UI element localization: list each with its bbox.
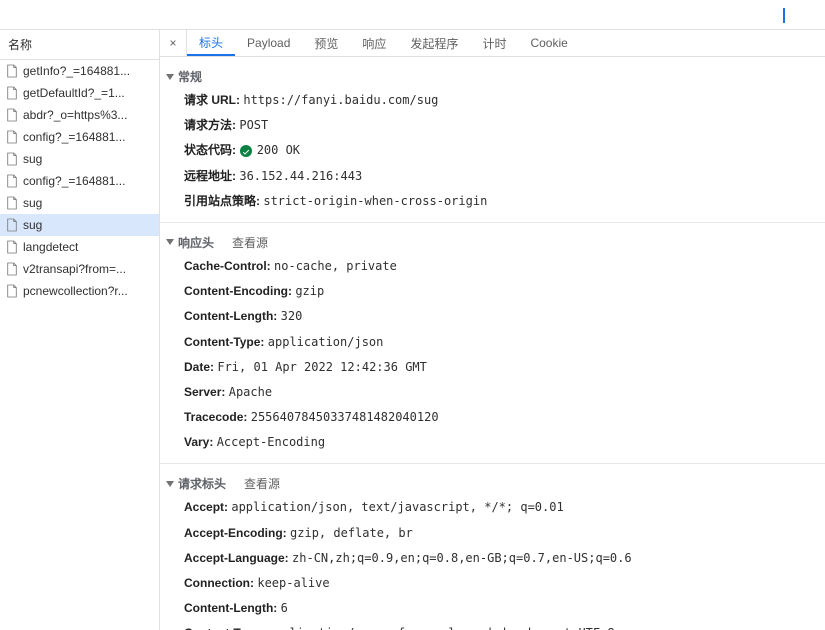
sidebar-item[interactable]: config?_=164881... xyxy=(0,170,159,192)
caret-down-icon[interactable] xyxy=(166,481,174,487)
view-source-link[interactable]: 查看源 xyxy=(244,475,280,492)
sidebar-item-label: sug xyxy=(23,196,42,210)
sidebar-item-label: sug xyxy=(23,218,42,232)
request-header-row: Connection: keep-alive xyxy=(160,571,825,596)
section-title-response: 响应头 xyxy=(178,234,214,251)
tab-0[interactable]: 标头 xyxy=(187,30,235,56)
request-method-row: 请求方法: POST xyxy=(160,113,825,138)
detail-panel: × 标头Payload预览响应发起程序计时Cookie 常规 请求 URL: h… xyxy=(160,30,825,630)
document-icon xyxy=(6,262,18,276)
sidebar-title: 名称 xyxy=(0,30,159,60)
tab-3[interactable]: 响应 xyxy=(350,30,398,56)
response-header-row: Tracecode: 25564078450337481482040120 xyxy=(160,405,825,430)
sidebar-item-label: sug xyxy=(23,152,42,166)
sidebar-item-label: pcnewcollection?r... xyxy=(23,284,128,298)
sidebar-item[interactable]: langdetect xyxy=(0,236,159,258)
response-header-row: Content-Type: application/json xyxy=(160,330,825,355)
sidebar-item[interactable]: sug xyxy=(0,214,159,236)
tab-4[interactable]: 发起程序 xyxy=(398,30,470,56)
content-scroll[interactable]: 常规 请求 URL: https://fanyi.baidu.com/sug 请… xyxy=(160,57,825,630)
response-header-row: Date: Fri, 01 Apr 2022 12:42:36 GMT xyxy=(160,355,825,380)
response-header-row: Vary: Accept-Encoding xyxy=(160,430,825,455)
remote-address-row: 远程地址: 36.152.44.216:443 xyxy=(160,164,825,189)
sidebar-item[interactable]: v2transapi?from=... xyxy=(0,258,159,280)
request-headers-section: 请求标头 查看源 Accept: application/json, text/… xyxy=(160,468,825,630)
request-header-row: Accept-Encoding: gzip, deflate, br xyxy=(160,521,825,546)
sidebar-item[interactable]: pcnewcollection?r... xyxy=(0,280,159,302)
referrer-policy-row: 引用站点策略: strict-origin-when-cross-origin xyxy=(160,189,825,214)
document-icon xyxy=(6,108,18,122)
document-icon xyxy=(6,218,18,232)
document-icon xyxy=(6,240,18,254)
sidebar-item-label: abdr?_o=https%3... xyxy=(23,108,127,122)
tab-bar: × 标头Payload预览响应发起程序计时Cookie xyxy=(160,30,825,57)
sidebar-item-label: config?_=164881... xyxy=(23,130,125,144)
caret-down-icon[interactable] xyxy=(166,239,174,245)
response-header-row: Content-Encoding: gzip xyxy=(160,279,825,304)
response-header-row: Server: Apache xyxy=(160,380,825,405)
document-icon xyxy=(6,196,18,210)
sidebar-item-label: config?_=164881... xyxy=(23,174,125,188)
sidebar-item[interactable]: sug xyxy=(0,148,159,170)
document-icon xyxy=(6,130,18,144)
tab-2[interactable]: 预览 xyxy=(302,30,350,56)
request-header-row: Content-Type: application/x-www-form-url… xyxy=(160,621,825,630)
divider xyxy=(160,463,825,464)
response-headers-section: 响应头 查看源 Cache-Control: no-cache, private… xyxy=(160,227,825,460)
request-url-row: 请求 URL: https://fanyi.baidu.com/sug xyxy=(160,88,825,113)
document-icon xyxy=(6,174,18,188)
main-container: 名称 getInfo?_=164881... getDefaultId?_=1..… xyxy=(0,30,825,630)
caret-down-icon[interactable] xyxy=(166,74,174,80)
document-icon xyxy=(6,64,18,78)
sidebar-item-label: getDefaultId?_=1... xyxy=(23,86,125,100)
document-icon xyxy=(6,152,18,166)
response-header-row: Content-Length: 320 xyxy=(160,304,825,329)
general-section: 常规 请求 URL: https://fanyi.baidu.com/sug 请… xyxy=(160,61,825,218)
request-header-row: Accept-Language: zh-CN,zh;q=0.9,en;q=0.8… xyxy=(160,546,825,571)
sidebar-item[interactable]: abdr?_o=https%3... xyxy=(0,104,159,126)
request-header-row: Accept: application/json, text/javascrip… xyxy=(160,495,825,520)
tab-1[interactable]: Payload xyxy=(235,30,302,56)
status-code-row: 状态代码: 200 OK xyxy=(160,138,825,163)
divider xyxy=(160,222,825,223)
sidebar-item-label: v2transapi?from=... xyxy=(23,262,126,276)
sidebar-item-label: getInfo?_=164881... xyxy=(23,64,130,78)
request-list-sidebar: 名称 getInfo?_=164881... getDefaultId?_=1..… xyxy=(0,30,160,630)
sidebar-item-label: langdetect xyxy=(23,240,78,254)
sidebar-item[interactable]: getDefaultId?_=1... xyxy=(0,82,159,104)
sidebar-item[interactable]: config?_=164881... xyxy=(0,126,159,148)
status-ok-icon xyxy=(240,145,252,157)
response-header-row: Cache-Control: no-cache, private xyxy=(160,254,825,279)
close-button[interactable]: × xyxy=(160,30,187,56)
document-icon xyxy=(6,86,18,100)
sidebar-item[interactable]: sug xyxy=(0,192,159,214)
section-title-request: 请求标头 xyxy=(178,475,226,492)
view-source-link[interactable]: 查看源 xyxy=(232,234,268,251)
tab-6[interactable]: Cookie xyxy=(518,30,579,56)
request-header-row: Content-Length: 6 xyxy=(160,596,825,621)
tab-5[interactable]: 计时 xyxy=(470,30,518,56)
sidebar-item[interactable]: getInfo?_=164881... xyxy=(0,60,159,82)
close-icon: × xyxy=(169,36,176,50)
cursor-indicator xyxy=(783,8,785,23)
top-strip xyxy=(0,0,825,30)
section-title-general: 常规 xyxy=(178,68,202,85)
document-icon xyxy=(6,284,18,298)
